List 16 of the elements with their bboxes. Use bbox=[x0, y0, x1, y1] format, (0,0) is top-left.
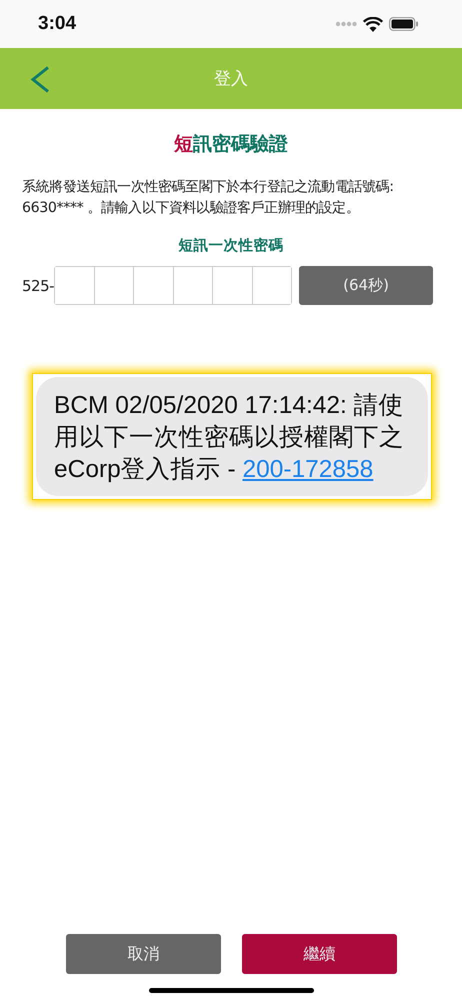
continue-button[interactable]: 繼續 bbox=[242, 934, 397, 974]
otp-prefix: 525- bbox=[22, 276, 54, 294]
otp-label: 短訊一次性密碼 bbox=[178, 236, 284, 255]
page-title: 短訊密碼驗證 bbox=[172, 132, 289, 157]
wifi-icon bbox=[363, 16, 383, 32]
back-icon[interactable] bbox=[30, 66, 50, 93]
signal-icon bbox=[335, 21, 357, 27]
cancel-button[interactable]: 取消 bbox=[66, 934, 221, 974]
instruction-text: 系統將發送短訊一次性密碼至閣下於本行登記之流動電話號碼: 6630**** 。請輸入以下資料以驗證客戶正辦理的設定。 bbox=[22, 178, 395, 218]
otp-link[interactable]: 200-172858 bbox=[242, 456, 374, 483]
sms-message: BCM 02/05/2020 17:14:42: 請使用以下一次性密碼以授權閣下之 eCorp登入指示 - 200-172858 bbox=[36, 377, 428, 496]
home-indicator[interactable] bbox=[148, 988, 314, 993]
otp-input-field[interactable] bbox=[54, 266, 292, 305]
battery-icon bbox=[389, 17, 418, 31]
nav-title: 登入 bbox=[214, 68, 248, 90]
status-time: 3:04 bbox=[38, 13, 76, 35]
